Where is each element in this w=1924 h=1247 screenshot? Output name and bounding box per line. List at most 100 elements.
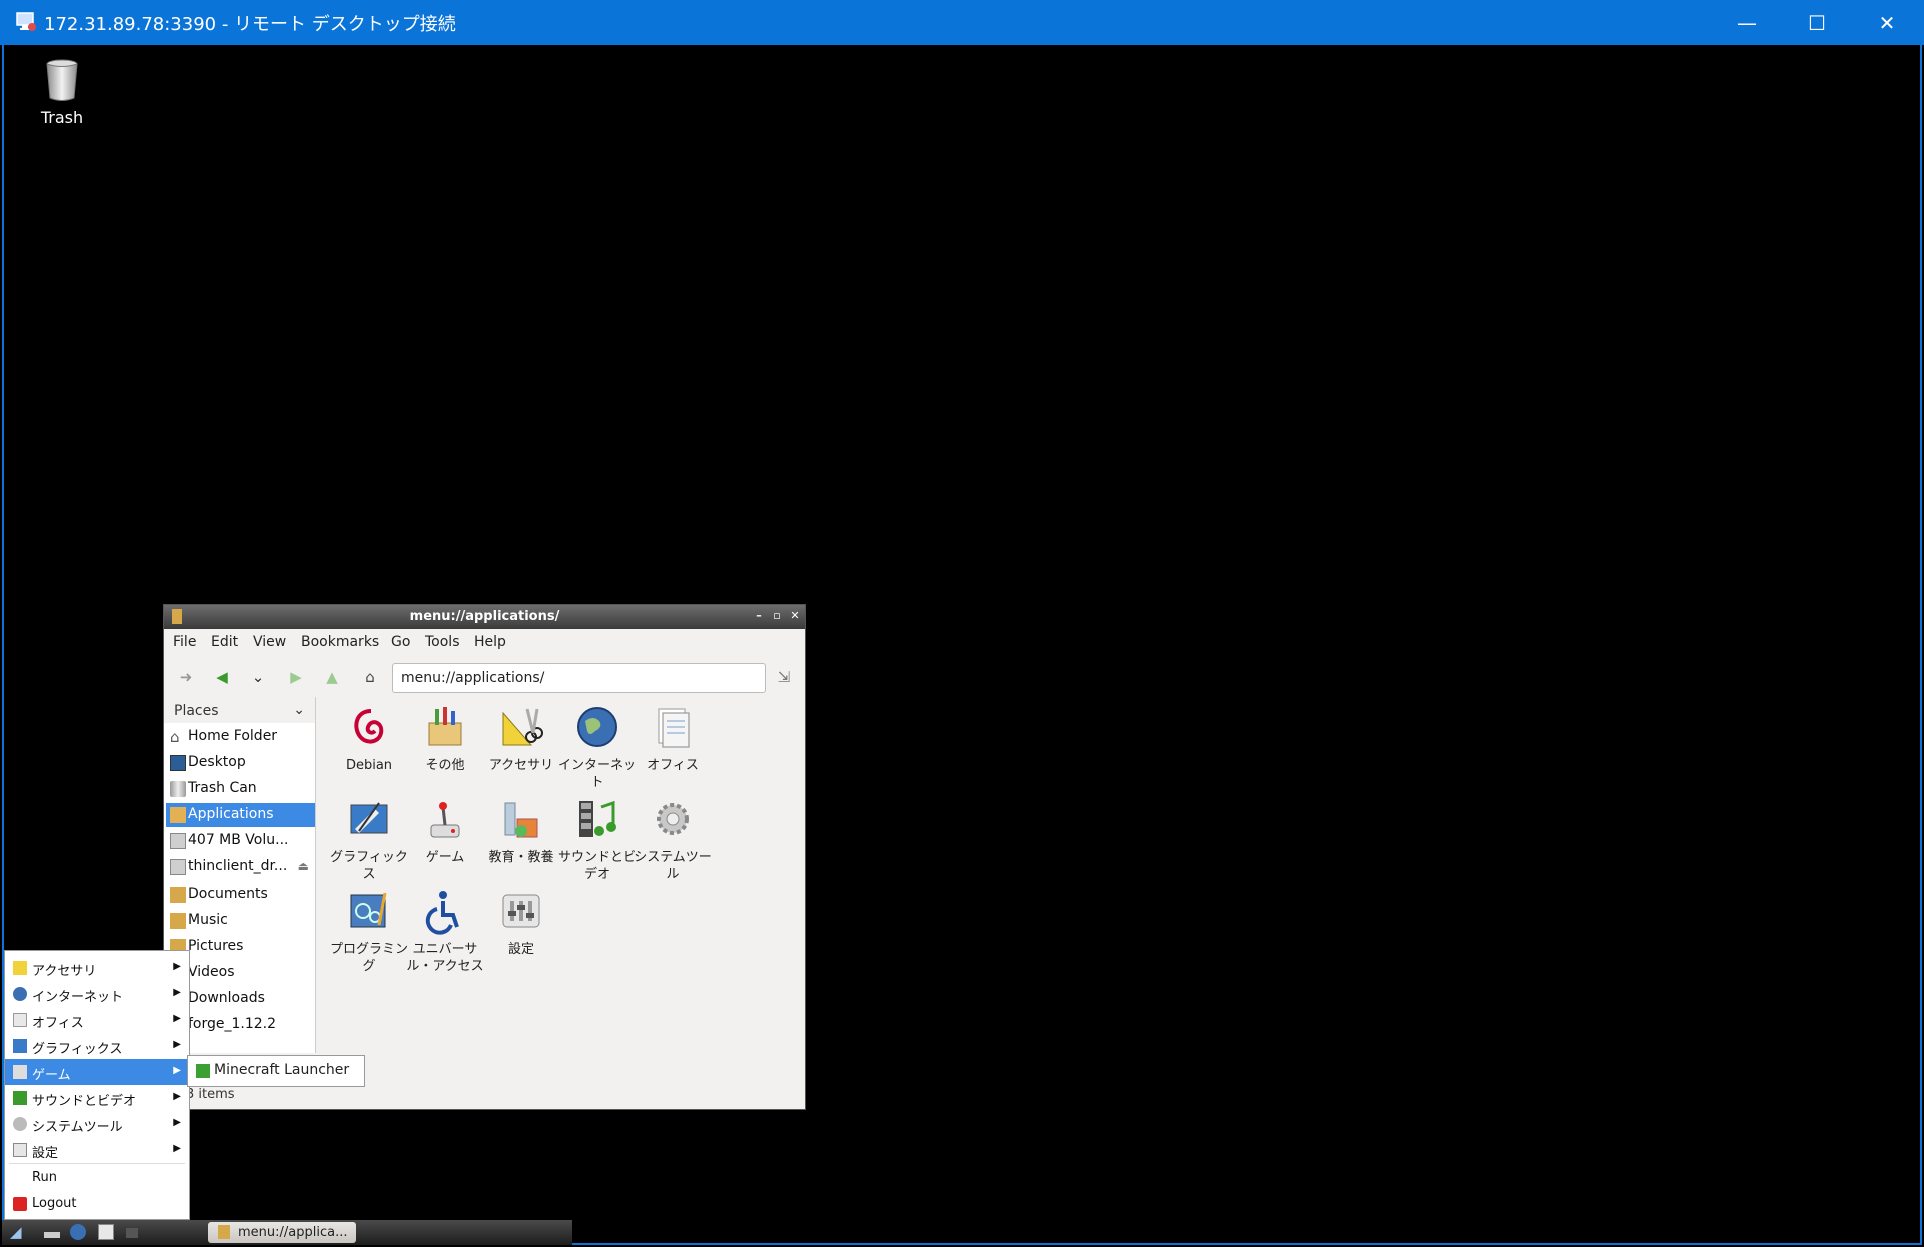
eject-icon[interactable]: ⏏ [298, 859, 309, 873]
accessories-icon [502, 708, 543, 746]
go-button[interactable]: ⇲ [774, 667, 794, 687]
other-icon [428, 707, 462, 746]
fm-maximize-button[interactable]: ▫ [770, 609, 784, 623]
close-icon: ✕ [1878, 10, 1896, 35]
places-header[interactable]: Places ⌄ [164, 697, 315, 723]
trash-icon [46, 59, 78, 101]
go-icon: ⇲ [777, 668, 791, 686]
sound-video-icon [13, 1091, 27, 1105]
menu-run[interactable]: Run [5, 1165, 189, 1191]
menu-settings[interactable]: 設定 ▶ [5, 1137, 189, 1163]
menu-edit[interactable]: Edit [211, 634, 238, 650]
games-icon [13, 1065, 27, 1079]
menu-accessories[interactable]: アクセサリ ▶ [5, 955, 189, 981]
place-trash-can[interactable]: Trash Can [166, 777, 315, 801]
menu-separator [9, 1163, 185, 1164]
fm-title: menu://applications/ [409, 609, 560, 624]
history-button[interactable]: ⌄ [248, 667, 268, 687]
home-icon: ⌂ [170, 728, 180, 746]
app-label: 設定 [507, 942, 534, 957]
maximize-button[interactable]: ☐ [1782, 0, 1852, 45]
place-documents[interactable]: Documents [166, 883, 315, 907]
menu-tools[interactable]: Tools [425, 634, 460, 650]
up-icon: ▲ [326, 668, 338, 686]
taskbar-task-file-manager[interactable]: menu://applica... [208, 1222, 356, 1243]
menu-go[interactable]: Go [391, 634, 410, 650]
menu-bookmarks[interactable]: Bookmarks [301, 634, 379, 650]
place-applications[interactable]: Applications [166, 803, 315, 827]
home-button[interactable]: ⌂ [360, 667, 380, 687]
minimize-button[interactable]: — [1712, 0, 1782, 45]
submenu-arrow-icon: ▶ [173, 987, 181, 998]
menu-item-label: インターネット [32, 990, 124, 1005]
menu-logout[interactable]: Logout [5, 1191, 189, 1217]
drive-icon [170, 859, 186, 875]
menu-system-tools[interactable]: システムツール ▶ [5, 1111, 189, 1137]
minecraft-icon [196, 1064, 210, 1078]
menu-office[interactable]: オフィス ▶ [5, 1007, 189, 1033]
fm-close-button[interactable]: ✕ [788, 609, 802, 623]
programming-icon [350, 892, 387, 928]
app-office[interactable]: オフィス [628, 697, 718, 774]
submenu-item-minecraft-launcher[interactable]: Minecraft Launcher [188, 1056, 364, 1086]
chevron-down-icon: ⌄ [293, 702, 305, 718]
menu-help[interactable]: Help [474, 634, 506, 650]
place-thinclient-drives[interactable]: thinclient_dr... ⏏ [166, 855, 315, 879]
new-tab-button[interactable]: ➜ [176, 667, 196, 687]
desktop-icon [170, 755, 186, 771]
games-submenu: Minecraft Launcher [187, 1055, 365, 1087]
remote-desktop-icon [16, 12, 36, 31]
submenu-arrow-icon: ▶ [173, 1065, 181, 1076]
fm-minimize-button[interactable]: – [752, 609, 766, 623]
menu-item-label: オフィス [32, 1016, 84, 1031]
menu-graphics[interactable]: グラフィックス ▶ [5, 1033, 189, 1059]
submenu-arrow-icon: ▶ [173, 1143, 181, 1154]
menu-view[interactable]: View [253, 634, 286, 650]
office-icon [658, 708, 690, 748]
status-text: 3 items [186, 1087, 235, 1102]
place-label: thinclient_dr... [188, 858, 288, 874]
up-button[interactable]: ▲ [322, 667, 342, 687]
close-button[interactable]: ✕ [1852, 0, 1922, 45]
menu-item-label: グラフィックス [32, 1042, 123, 1057]
forward-button[interactable]: ▶ [286, 667, 306, 687]
start-menu-button[interactable]: ◢ [10, 1224, 26, 1240]
show-desktop-icon[interactable] [126, 1228, 138, 1238]
submenu-arrow-icon: ▶ [173, 1013, 181, 1024]
internet-icon [13, 987, 27, 1001]
places-label: Places [174, 703, 219, 719]
app-label: システムツール [634, 850, 712, 882]
drive-icon [170, 833, 186, 849]
menu-item-label: 設定 [32, 1146, 59, 1161]
place-desktop[interactable]: Desktop [166, 751, 315, 775]
terminal-icon[interactable] [44, 1232, 60, 1238]
system-tools-icon [13, 1117, 27, 1131]
menu-item-label: ゲーム [32, 1068, 71, 1083]
place-label: Downloads [188, 990, 265, 1006]
desktop-trash-label: Trash [40, 108, 84, 127]
place-label: Documents [188, 886, 268, 902]
back-button[interactable]: ◀ [212, 667, 232, 687]
place-label: Trash Can [188, 780, 257, 796]
menu-sound-video[interactable]: サウンドとビデオ ▶ [5, 1085, 189, 1111]
browser-icon[interactable] [70, 1224, 86, 1240]
place-music[interactable]: Music [166, 909, 315, 933]
file-manager-window: menu://applications/ – ▫ ✕ File Edit Vie… [164, 605, 805, 1109]
app-system-tools[interactable]: システムツール [628, 789, 718, 883]
window-switcher-icon[interactable] [98, 1224, 114, 1240]
menu-internet[interactable]: インターネット ▶ [5, 981, 189, 1007]
place-home-folder[interactable]: ⌂ Home Folder [166, 725, 315, 749]
menu-games[interactable]: ゲーム ▶ [5, 1059, 189, 1085]
taskbar: ◢ menu://applica... [2, 1220, 572, 1245]
settings-icon [13, 1143, 27, 1157]
place-label: Videos [188, 964, 235, 980]
place-label: Home Folder [188, 728, 278, 744]
fm-titlebar[interactable]: menu://applications/ – ▫ ✕ [164, 605, 805, 629]
app-settings[interactable]: 設定 [476, 881, 566, 958]
trash-icon [170, 781, 186, 797]
desktop-trash[interactable]: Trash [30, 58, 94, 127]
start-menu: アクセサリ ▶ インターネット ▶ オフィス ▶ グラフィックス ▶ ゲーム ▶… [4, 950, 190, 1220]
place-volume[interactable]: 407 MB Volu... [166, 829, 315, 853]
address-bar[interactable]: menu://applications/ [392, 663, 766, 693]
menu-file[interactable]: File [173, 634, 196, 650]
